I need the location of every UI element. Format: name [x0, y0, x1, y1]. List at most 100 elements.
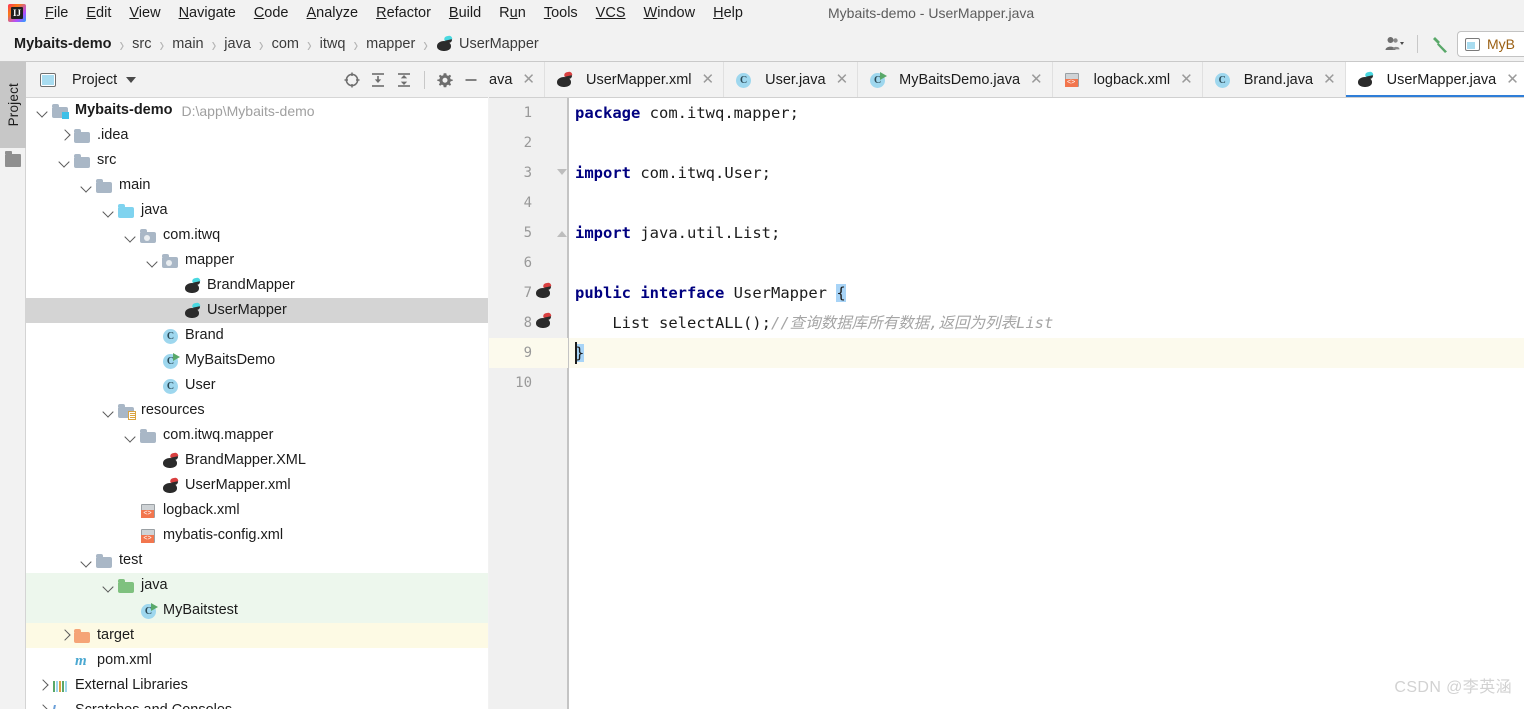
code-line[interactable]: 6	[489, 248, 1524, 278]
tree-node[interactable]: resources	[26, 398, 488, 423]
fold-down-icon[interactable]	[557, 168, 568, 179]
breadcrumb-item-src[interactable]: src	[130, 36, 153, 52]
code-line[interactable]: 8 List selectALL();//查询数据库所有数据,返回为列表List	[489, 308, 1524, 338]
menu-item-analyze[interactable]: Analyze	[298, 0, 368, 26]
close-icon[interactable]: ✕	[1180, 72, 1193, 87]
editor-tab-usermapper-xml[interactable]: UserMapper.xml ✕	[545, 62, 725, 97]
close-icon[interactable]: ✕	[1030, 72, 1043, 87]
editor-tab-mybaitsdemo-java[interactable]: C MyBaitsDemo.java ✕	[858, 62, 1053, 97]
tree-node[interactable]: main	[26, 173, 488, 198]
tree-node[interactable]: .idea	[26, 123, 488, 148]
menu-item-navigate[interactable]: Navigate	[170, 0, 245, 26]
close-icon[interactable]: ✕	[836, 72, 849, 87]
breadcrumb-item-usermapper[interactable]: UserMapper	[434, 34, 541, 52]
chevron-right-icon[interactable]	[36, 679, 49, 692]
chevron-down-icon[interactable]	[126, 76, 137, 83]
chevron-right-icon[interactable]	[58, 629, 71, 642]
tree-node[interactable]: C MyBaitstest	[26, 598, 488, 623]
code-line[interactable]: 5 import java.util.List;	[489, 218, 1524, 248]
tree-node[interactable]: target	[26, 623, 488, 648]
menu-item-build[interactable]: Build	[440, 0, 490, 26]
breadcrumb-item-itwq[interactable]: itwq	[318, 36, 348, 52]
hide-minimize-icon[interactable]	[458, 67, 484, 93]
breadcrumb-item-mybaits-demo[interactable]: Mybaits-demo	[12, 36, 114, 52]
code-line[interactable]: 10	[489, 368, 1524, 398]
chevron-down-icon[interactable]	[80, 554, 93, 567]
tree-node[interactable]: src	[26, 148, 488, 173]
breadcrumb-item-java[interactable]: java	[222, 36, 253, 52]
chevron-down-icon[interactable]	[124, 229, 137, 242]
menu-item-file[interactable]: File	[36, 0, 77, 26]
tree-node[interactable]: C MyBaitsDemo	[26, 348, 488, 373]
tree-node[interactable]: External Libraries	[26, 673, 488, 698]
code-line[interactable]: 3 import com.itwq.User;	[489, 158, 1524, 188]
chevron-down-icon[interactable]	[124, 429, 137, 442]
editor-tab-usermapper-java[interactable]: UserMapper.java ✕	[1345, 62, 1524, 97]
breadcrumb-item-mapper[interactable]: mapper	[364, 36, 417, 52]
expand-all-icon[interactable]	[365, 67, 391, 93]
editor-tab-ava[interactable]: ava ✕	[489, 62, 545, 97]
chevron-down-icon[interactable]	[58, 154, 71, 167]
menu-item-tools[interactable]: Tools	[535, 0, 587, 26]
tree-node[interactable]: java	[26, 198, 488, 223]
tree-node[interactable]: BrandMapper.XML	[26, 448, 488, 473]
menu-item-view[interactable]: View	[120, 0, 169, 26]
collapse-all-icon[interactable]	[391, 67, 417, 93]
chevron-right-icon[interactable]	[36, 704, 49, 709]
breadcrumb-item-main[interactable]: main	[170, 36, 205, 52]
code-line[interactable]: 4	[489, 188, 1524, 218]
menu-item-refactor[interactable]: Refactor	[367, 0, 440, 26]
gutter-mybatis-icon[interactable]	[535, 312, 553, 330]
project-tree[interactable]: Mybaits-demo D:\app\Mybaits-demo .idea src m…	[26, 98, 488, 709]
tree-node[interactable]: BrandMapper	[26, 273, 488, 298]
code-line[interactable]: 9}	[489, 338, 1524, 368]
tree-node[interactable]: test	[26, 548, 488, 573]
chevron-down-icon[interactable]	[102, 204, 115, 217]
tree-node[interactable]: java	[26, 573, 488, 598]
close-icon[interactable]: ✕	[1506, 72, 1519, 87]
tree-node[interactable]: mybatis-config.xml	[26, 523, 488, 548]
tree-node[interactable]: Scratches and Consoles	[26, 698, 488, 709]
menu-item-window[interactable]: Window	[635, 0, 705, 26]
tree-node[interactable]: Mybaits-demo D:\app\Mybaits-demo	[26, 98, 488, 123]
tree-node[interactable]: UserMapper.xml	[26, 473, 488, 498]
folder-icon[interactable]	[5, 151, 21, 167]
build-hammer-icon[interactable]	[1425, 31, 1457, 57]
settings-gear-icon[interactable]	[432, 67, 458, 93]
menu-item-help[interactable]: Help	[704, 0, 752, 26]
editor-tab-user-java[interactable]: C User.java ✕	[724, 62, 859, 97]
chevron-down-icon[interactable]	[146, 254, 159, 267]
code-line[interactable]: 2	[489, 128, 1524, 158]
breadcrumb-item-com[interactable]: com	[270, 36, 301, 52]
code-area[interactable]: 1 package com.itwq.mapper; 2 3 import com.it…	[489, 98, 1524, 709]
menu-item-edit[interactable]: Edit	[77, 0, 120, 26]
run-configuration-selector[interactable]: MyB	[1457, 31, 1524, 57]
chevron-down-icon[interactable]	[102, 579, 115, 592]
menu-item-run[interactable]: Run	[490, 0, 535, 26]
tree-node[interactable]: mapper	[26, 248, 488, 273]
chevron-down-icon[interactable]	[36, 104, 49, 117]
chevron-down-icon[interactable]	[80, 179, 93, 192]
editor-tab-logback-xml[interactable]: logback.xml ✕	[1053, 62, 1203, 97]
menu-item-vcs[interactable]: VCS	[587, 0, 635, 26]
locate-icon[interactable]	[339, 67, 365, 93]
editor-tab-brand-java[interactable]: C Brand.java ✕	[1203, 62, 1346, 97]
share-user-icon[interactable]	[1379, 31, 1410, 57]
sidebar-item-project[interactable]: Project	[0, 62, 26, 148]
close-icon[interactable]: ✕	[702, 72, 715, 87]
tree-node[interactable]: com.itwq.mapper	[26, 423, 488, 448]
editor-tab-bar[interactable]: ava ✕ UserMapper.xml ✕ C User.java ✕ C MyBaitsDe…	[489, 62, 1524, 98]
close-icon[interactable]: ✕	[1323, 72, 1336, 87]
tree-node[interactable]: com.itwq	[26, 223, 488, 248]
tree-node[interactable]: C User	[26, 373, 488, 398]
tree-node[interactable]: UserMapper	[26, 298, 488, 323]
tree-node[interactable]: logback.xml	[26, 498, 488, 523]
tree-node[interactable]: m pom.xml	[26, 648, 488, 673]
code-line[interactable]: 1 package com.itwq.mapper;	[489, 98, 1524, 128]
chevron-down-icon[interactable]	[102, 404, 115, 417]
code-line[interactable]: 7 public interface UserMapper {	[489, 278, 1524, 308]
fold-up-icon[interactable]	[557, 228, 568, 239]
chevron-right-icon[interactable]	[58, 129, 71, 142]
tree-node[interactable]: C Brand	[26, 323, 488, 348]
gutter-mybatis-icon[interactable]	[535, 282, 553, 300]
